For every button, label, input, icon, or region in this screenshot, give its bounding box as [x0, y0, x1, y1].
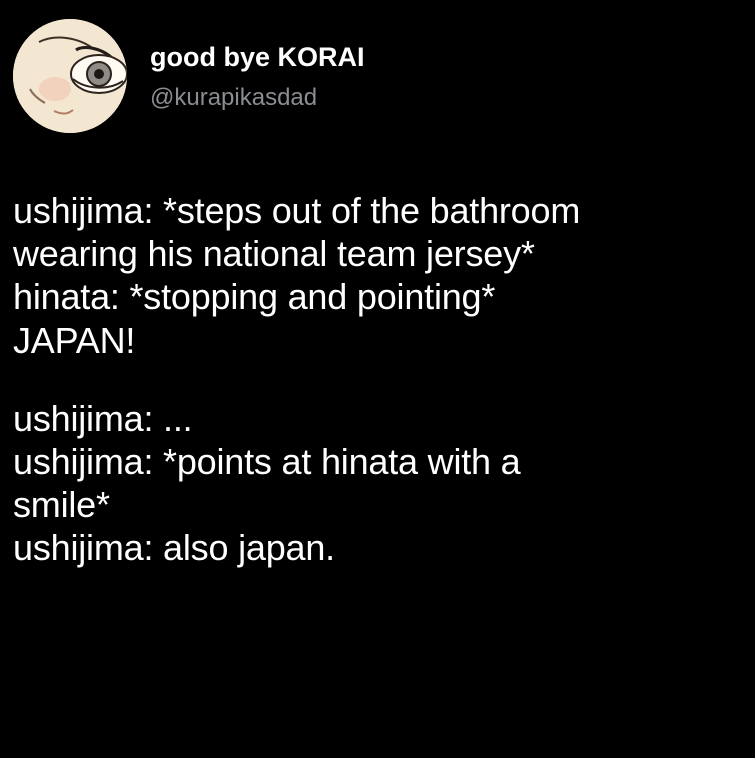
- display-name[interactable]: good bye KORAI: [150, 42, 365, 73]
- tweet-line: wearing his national team jersey*: [13, 233, 535, 275]
- tweet-paragraph: ushijima: *steps out of the bathroom wea…: [13, 189, 743, 362]
- tweet-line: ushijima: also japan.: [13, 527, 335, 569]
- avatar[interactable]: [13, 19, 127, 133]
- tweet-line: ushijima: *points at hinata with a: [13, 440, 521, 482]
- tweet-text: ushijima: *steps out of the bathroom wea…: [13, 189, 743, 570]
- tweet-line: hinata: *stopping and pointing*: [13, 276, 496, 318]
- tweet-card: good bye KORAI @kurapikasdad ushijima: *…: [0, 0, 755, 758]
- tweet-line: ushijima: *steps out of the bathroom: [13, 190, 581, 231]
- user-handle[interactable]: @kurapikasdad: [150, 84, 317, 112]
- tweet-paragraph: ushijima: ... ushijima: *points at hinat…: [13, 397, 743, 570]
- tweet-line: smile*: [13, 484, 110, 526]
- tweet-line: ushijima: ...: [13, 397, 193, 439]
- tweet-line: JAPAN!: [13, 319, 136, 361]
- avatar-face-icon: [13, 19, 127, 133]
